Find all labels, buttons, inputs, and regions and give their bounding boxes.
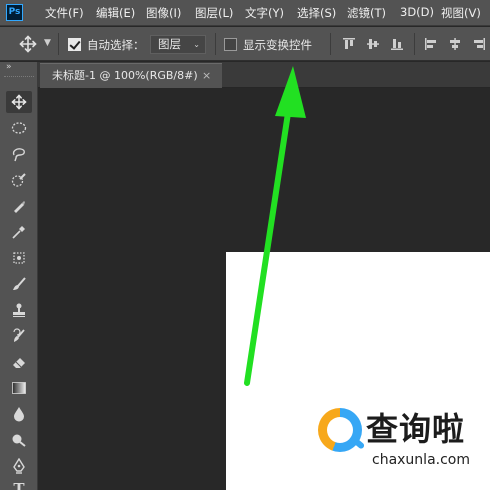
menu-edit[interactable]: 编辑(E) [96, 5, 135, 21]
gradient-tool-button[interactable] [6, 377, 32, 399]
separator [215, 33, 216, 55]
brush-tool-button[interactable] [6, 273, 32, 295]
auto-select-target-dropdown[interactable]: 图层 ⌄ [150, 35, 206, 54]
align-left-edges-icon[interactable] [424, 37, 438, 51]
watermark: 查询啦 chaxunla.com [318, 404, 490, 474]
eraser-icon [13, 358, 25, 368]
history-brush-tool-button[interactable] [6, 325, 32, 347]
watermark-url: chaxunla.com [372, 452, 470, 468]
lasso-tool-button[interactable] [6, 143, 32, 165]
menu-type[interactable]: 文字(Y) [245, 5, 284, 21]
document-tab-bar: 未标题-1 @ 100%(RGB/8#) × [38, 62, 490, 88]
menu-layer[interactable]: 图层(L) [195, 5, 233, 21]
clone-stamp-tool-button[interactable] [6, 299, 32, 321]
menu-3d[interactable]: 3D(D) [400, 5, 434, 19]
dodge-tool-button[interactable] [6, 429, 32, 451]
move-icon [11, 94, 27, 110]
align-top-edges-icon[interactable] [342, 37, 356, 51]
document-tab-title: 未标题-1 @ 100%(RGB/8#) [52, 69, 198, 82]
photoshop-logo-icon[interactable]: Ps [6, 4, 23, 21]
move-tool-icon[interactable] [19, 35, 37, 53]
eyedropper-tool-button[interactable] [6, 221, 32, 243]
document-tab[interactable]: 未标题-1 @ 100%(RGB/8#) × [40, 63, 222, 88]
separator [414, 33, 415, 55]
menu-file[interactable]: 文件(F) [45, 5, 84, 21]
collapse-panel-icon[interactable]: » [6, 62, 11, 72]
type-tool-button[interactable]: T [6, 478, 32, 490]
eyedropper-icon [12, 226, 25, 239]
patch-icon [13, 252, 25, 264]
history-brush-icon [13, 328, 25, 342]
tools-panel: » T [0, 62, 38, 490]
menu-view[interactable]: 视图(V) [441, 5, 481, 21]
tool-preset-chevron-down-icon[interactable]: ▼ [44, 38, 51, 48]
align-vertical-centers-icon[interactable] [366, 37, 380, 51]
auto-select-target-value: 图层 [158, 37, 181, 51]
menu-image[interactable]: 图像(I) [146, 5, 181, 21]
quick-selection-tool-button[interactable] [6, 169, 32, 191]
show-transform-controls-checkbox[interactable] [224, 38, 237, 51]
panel-grip[interactable] [4, 76, 34, 78]
elliptical-marquee-icon [11, 122, 27, 134]
type-tool-icon: T [13, 480, 25, 490]
options-bar: ▼ 自动选择： 图层 ⌄ 显示变换控件 [0, 27, 490, 61]
separator [58, 33, 59, 55]
pen-tool-button[interactable] [6, 455, 32, 477]
chevron-down-icon: ⌄ [193, 40, 200, 49]
menu-select[interactable]: 选择(S) [297, 5, 336, 21]
drop-icon [14, 407, 24, 422]
stamp-icon [13, 303, 25, 317]
marquee-tool-button[interactable] [6, 117, 32, 139]
menu-filter[interactable]: 滤镜(T) [347, 5, 386, 21]
show-transform-controls-label: 显示变换控件 [243, 38, 312, 52]
move-tool-button[interactable] [6, 91, 32, 113]
separator [330, 33, 331, 55]
align-bottom-edges-icon[interactable] [390, 37, 404, 51]
brush-icon [13, 277, 26, 290]
patch-tool-button[interactable] [6, 247, 32, 269]
align-horizontal-centers-icon[interactable] [448, 37, 462, 51]
pen-icon [13, 458, 25, 474]
auto-select-checkbox[interactable] [68, 38, 81, 51]
watermark-logo-icon [318, 408, 362, 452]
eraser-tool-button[interactable] [6, 351, 32, 373]
quick-selection-icon [11, 173, 26, 187]
lasso-icon [12, 148, 25, 162]
blur-tool-button[interactable] [6, 403, 32, 425]
crop-tool-button[interactable] [6, 195, 32, 217]
menu-bar: Ps 文件(F) 编辑(E) 图像(I) 图层(L) 文字(Y) 选择(S) 滤… [0, 0, 490, 26]
watermark-title: 查询啦 [366, 410, 466, 448]
close-icon[interactable]: × [202, 64, 211, 88]
brush-pen-icon [14, 201, 25, 213]
gradient-icon [12, 382, 26, 394]
auto-select-label: 自动选择： [87, 38, 145, 52]
align-right-edges-icon[interactable] [472, 37, 486, 51]
dodge-icon [12, 434, 26, 447]
